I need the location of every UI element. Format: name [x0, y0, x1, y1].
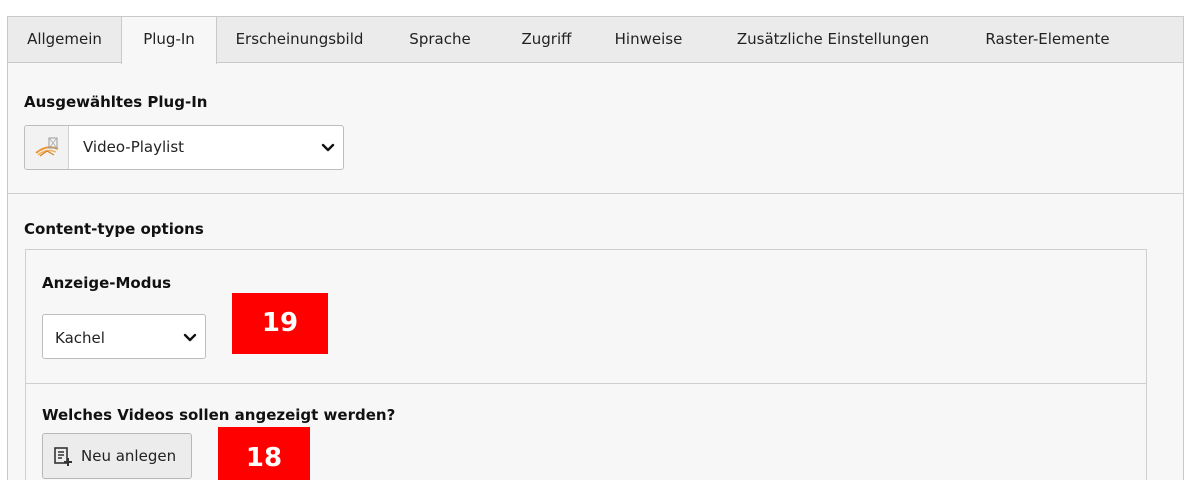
chevron-down-icon: [183, 333, 197, 342]
add-record-icon: [54, 447, 72, 466]
plugin-select[interactable]: Video-Playlist: [24, 125, 344, 170]
new-record-button[interactable]: Neu anlegen: [42, 433, 192, 479]
display-mode-label: Anzeige-Modus: [42, 274, 172, 292]
video-playlist-plugin-icon: [25, 126, 69, 169]
annotation-badge-19: 19: [232, 293, 328, 354]
new-record-button-label: Neu anlegen: [81, 447, 177, 465]
content-type-panel: Anzeige-Modus Kachel 19 Welches Videos s…: [25, 249, 1147, 480]
chevron-down-icon: [321, 143, 335, 152]
tab-hinweise[interactable]: Hinweise: [595, 17, 702, 63]
tab-bar: Allgemein Plug-In Erscheinungsbild Sprac…: [8, 17, 1183, 64]
plugin-heading: Ausgewähltes Plug-In: [24, 93, 208, 111]
content-type-heading: Content-type options: [24, 220, 204, 238]
tab-allgemein[interactable]: Allgemein: [8, 17, 121, 63]
tab-erscheinungsbild[interactable]: Erscheinungsbild: [217, 17, 382, 63]
tab-zusaetzliche-einstellungen[interactable]: Zusätzliche Einstellungen: [702, 17, 964, 63]
videos-label: Welches Videos sollen angezeigt werden?: [42, 406, 396, 424]
display-mode-select[interactable]: Kachel: [42, 314, 206, 359]
tab-raster-elemente[interactable]: Raster-Elemente: [964, 17, 1131, 63]
section-divider: [8, 193, 1183, 194]
plugin-select-value: Video-Playlist: [83, 138, 185, 156]
panel-divider: [26, 383, 1146, 384]
tab-sprache[interactable]: Sprache: [382, 17, 498, 63]
tab-plug-in[interactable]: Plug-In: [121, 17, 217, 64]
plugin-form-frame: Allgemein Plug-In Erscheinungsbild Sprac…: [7, 16, 1184, 480]
annotation-badge-18: 18: [218, 427, 310, 480]
display-mode-select-value: Kachel: [55, 329, 105, 347]
tab-zugriff[interactable]: Zugriff: [498, 17, 595, 63]
